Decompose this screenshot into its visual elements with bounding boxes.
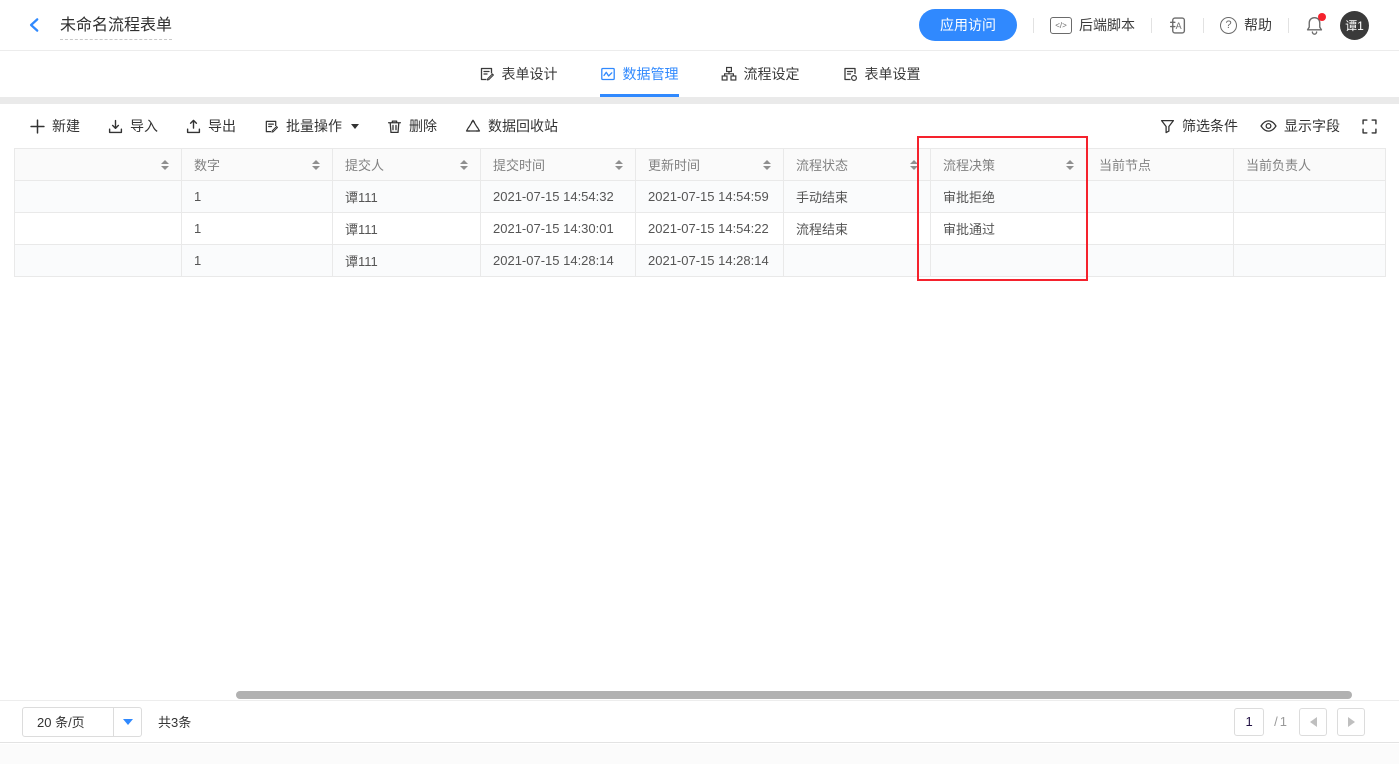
total-pages: /1 — [1274, 714, 1289, 729]
tab-label: 表单设计 — [502, 64, 558, 84]
column-header-submitter[interactable]: 提交人 — [333, 149, 481, 181]
sort-icon[interactable] — [910, 160, 918, 170]
divider — [1203, 18, 1204, 33]
export-button[interactable]: 导出 — [186, 116, 236, 136]
export-icon — [186, 119, 201, 134]
table-row[interactable]: 1 谭111 2021-07-15 14:54:32 2021-07-15 14… — [15, 181, 1386, 213]
plus-icon — [30, 119, 45, 134]
page: 未命名流程表单 应用访问 </> 后端脚本 A ? 帮助 — [0, 0, 1399, 764]
recycle-icon — [465, 119, 481, 134]
fullscreen-button[interactable] — [1362, 119, 1377, 134]
backend-script-button[interactable]: </> 后端脚本 — [1050, 15, 1135, 35]
table-row[interactable]: 1 谭111 2021-07-15 14:30:01 2021-07-15 14… — [15, 213, 1386, 245]
help-button[interactable]: ? 帮助 — [1220, 15, 1272, 35]
current-page-input[interactable]: 1 — [1234, 708, 1264, 736]
eye-icon — [1260, 119, 1277, 133]
recycle-bin-button[interactable]: 数据回收站 — [465, 116, 558, 136]
page-title[interactable]: 未命名流程表单 — [60, 11, 172, 40]
batch-label: 批量操作 — [286, 116, 342, 136]
tab-bar: 表单设计 数据管理 流程设定 表单设置 — [0, 51, 1399, 97]
app-access-button[interactable]: 应用访问 — [919, 9, 1017, 41]
back-button[interactable] — [26, 16, 44, 34]
notification-badge — [1318, 13, 1326, 21]
tab-label: 流程设定 — [744, 64, 800, 84]
address-book-button[interactable]: A — [1168, 16, 1187, 35]
show-fields-button[interactable]: 显示字段 — [1260, 116, 1340, 136]
new-label: 新建 — [52, 116, 80, 136]
tab-data-management[interactable]: 数据管理 — [600, 51, 679, 97]
tab-flow-settings[interactable]: 流程设定 — [721, 51, 800, 97]
tab-form-settings[interactable]: 表单设置 — [842, 51, 921, 97]
import-label: 导入 — [130, 116, 158, 136]
sort-icon[interactable] — [763, 160, 771, 170]
divider — [1288, 18, 1289, 33]
sort-icon[interactable] — [161, 160, 169, 170]
column-header-submit-time[interactable]: 提交时间 — [481, 149, 636, 181]
import-icon — [108, 119, 123, 134]
section-divider — [0, 97, 1399, 104]
sort-icon[interactable] — [615, 160, 623, 170]
recycle-label: 数据回收站 — [488, 116, 558, 136]
export-label: 导出 — [208, 116, 236, 136]
column-header-blank[interactable] — [15, 149, 182, 181]
batch-actions-button[interactable]: 批量操作 — [264, 116, 359, 136]
sort-icon[interactable] — [312, 160, 320, 170]
prev-icon — [1310, 717, 1317, 727]
question-icon: ? — [1220, 17, 1237, 34]
next-icon — [1348, 717, 1355, 727]
data-table: 数字 提交人 提交时间 更新时间 流程状态 流程决策 当前节点 当前负责人 1 … — [14, 148, 1385, 277]
tab-label: 数据管理 — [623, 64, 679, 84]
tab-label: 表单设置 — [865, 64, 921, 84]
divider — [1033, 18, 1034, 33]
fields-label: 显示字段 — [1284, 116, 1340, 136]
batch-icon — [264, 119, 279, 134]
delete-label: 删除 — [409, 116, 437, 136]
divider — [1151, 18, 1152, 33]
caret-down-icon — [351, 124, 359, 129]
data-management-icon — [600, 66, 616, 82]
sort-icon[interactable] — [1066, 160, 1074, 170]
column-header-flow-decision[interactable]: 流程决策 — [931, 149, 1087, 181]
top-bar: 未命名流程表单 应用访问 </> 后端脚本 A ? 帮助 — [0, 0, 1399, 51]
new-button[interactable]: 新建 — [30, 116, 80, 136]
help-label: 帮助 — [1244, 15, 1272, 35]
delete-button[interactable]: 删除 — [387, 116, 437, 136]
next-page-button[interactable] — [1337, 708, 1365, 736]
code-icon: </> — [1050, 17, 1072, 34]
backend-script-label: 后端脚本 — [1079, 15, 1135, 35]
table-row[interactable]: 1 谭111 2021-07-15 14:28:14 2021-07-15 14… — [15, 245, 1386, 277]
column-header-current-node[interactable]: 当前节点 — [1087, 149, 1234, 181]
notification-button[interactable] — [1305, 15, 1324, 35]
form-design-icon — [479, 66, 495, 82]
column-header-flow-status[interactable]: 流程状态 — [784, 149, 931, 181]
back-chevron-icon — [26, 16, 44, 34]
total-count: 共3条 — [158, 712, 191, 731]
bottom-strip — [0, 744, 1399, 764]
page-size-select[interactable]: 20 条/页 — [22, 707, 142, 737]
horizontal-scrollbar[interactable] — [236, 691, 1352, 699]
import-button[interactable]: 导入 — [108, 116, 158, 136]
column-header-current-owner[interactable]: 当前负责人 — [1234, 149, 1386, 181]
address-book-icon: A — [1168, 16, 1187, 35]
fullscreen-icon — [1362, 119, 1377, 134]
avatar[interactable]: 谭1 — [1340, 11, 1369, 40]
filter-button[interactable]: 筛选条件 — [1160, 116, 1238, 136]
column-header-number[interactable]: 数字 — [182, 149, 333, 181]
pagination-bar: 20 条/页 共3条 1 /1 — [0, 700, 1399, 743]
table-toolbar: 新建 导入 导出 — [0, 104, 1399, 148]
funnel-icon — [1160, 119, 1175, 134]
page-size-value: 20 条/页 — [23, 712, 113, 731]
svg-text:A: A — [1176, 21, 1182, 31]
filter-label: 筛选条件 — [1182, 116, 1238, 136]
trash-icon — [387, 119, 402, 134]
tab-form-design[interactable]: 表单设计 — [479, 51, 558, 97]
column-header-update-time[interactable]: 更新时间 — [636, 149, 784, 181]
caret-down-icon — [123, 719, 133, 725]
form-settings-icon — [842, 66, 858, 82]
sort-icon[interactable] — [460, 160, 468, 170]
header-row: 数字 提交人 提交时间 更新时间 流程状态 流程决策 当前节点 当前负责人 — [15, 149, 1386, 181]
flow-icon — [721, 66, 737, 82]
select-caret-button[interactable] — [113, 707, 141, 737]
prev-page-button[interactable] — [1299, 708, 1327, 736]
